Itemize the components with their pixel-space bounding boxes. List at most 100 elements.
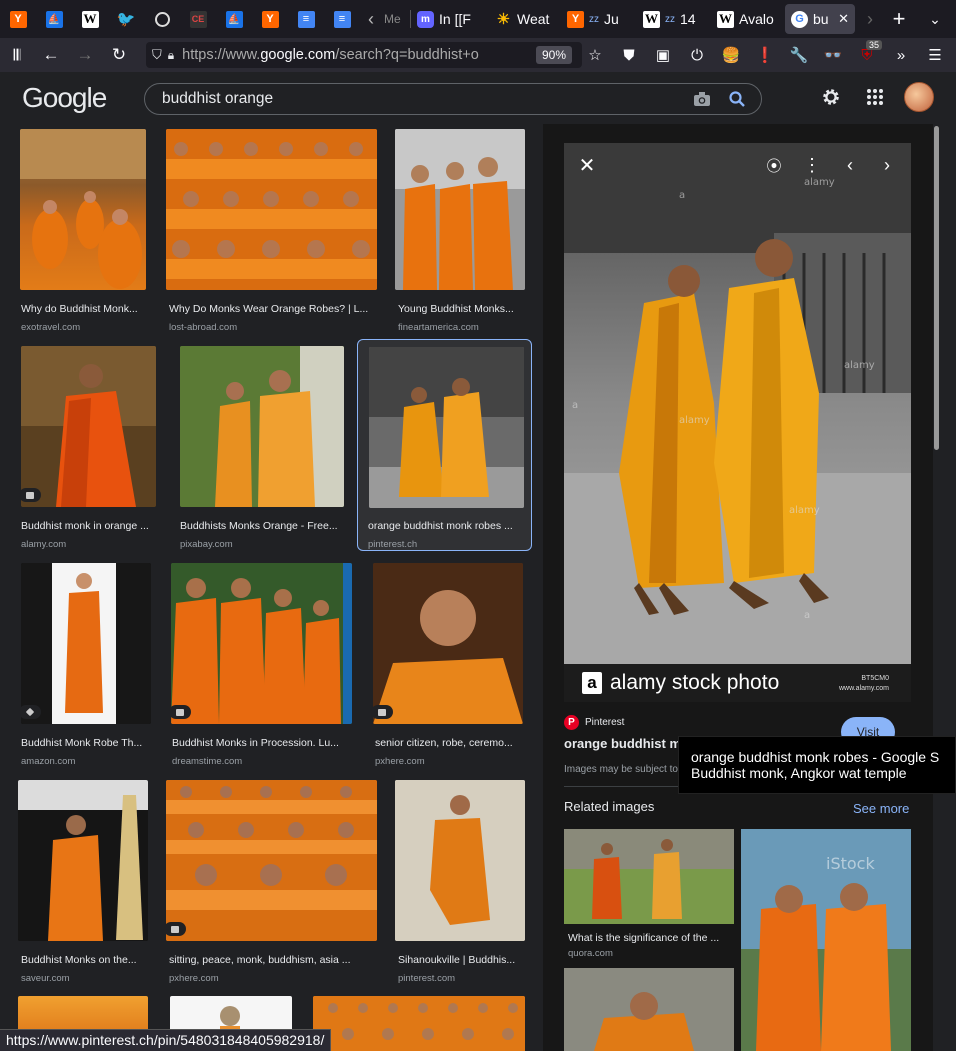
result-title[interactable]: Buddhist monk in orange ...: [21, 520, 156, 532]
more-options-icon[interactable]: ⋮: [799, 152, 825, 178]
search-icon[interactable]: [728, 90, 746, 108]
result-title[interactable]: Buddhist Monks on the...: [21, 954, 147, 966]
burger-extension-icon[interactable]: 🍔: [714, 38, 748, 72]
result-thumbnail[interactable]: [180, 346, 344, 507]
list-all-tabs-button[interactable]: ⌄: [917, 11, 953, 28]
tab-docs-2[interactable]: ≡: [324, 0, 360, 38]
result-thumbnail[interactable]: [313, 996, 525, 1051]
tab-named-5[interactable]: W zz 14: [637, 0, 711, 38]
related-image[interactable]: iStock: [741, 829, 911, 1051]
result-thumbnail[interactable]: [166, 780, 377, 941]
reload-button[interactable]: ↻: [102, 38, 136, 72]
related-title[interactable]: What is the significance of the ...: [568, 932, 734, 944]
result-title[interactable]: Sihanoukville | Buddhis...: [398, 954, 524, 966]
tab-sailboat[interactable]: ⛵: [36, 0, 72, 38]
pocket-icon[interactable]: ⛊: [612, 38, 646, 72]
wrench-icon[interactable]: 🔧: [782, 38, 816, 72]
screenshot-icon[interactable]: ▣: [646, 38, 680, 72]
result-thumbnail[interactable]: [20, 129, 146, 290]
result-card[interactable]: Buddhist Monks in Procession. Lu... drea…: [169, 563, 352, 767]
lock-icon[interactable]: 🔒︎: [168, 48, 174, 63]
overflow-chevron-icon[interactable]: »: [884, 38, 918, 72]
result-thumbnail[interactable]: [395, 780, 525, 941]
camera-icon[interactable]: [693, 91, 711, 107]
tab-docs[interactable]: ≡: [288, 0, 324, 38]
previous-image-button[interactable]: ‹: [837, 152, 863, 178]
preview-title[interactable]: orange buddhist monk robes - Google Sear…: [564, 736, 682, 751]
see-more-link[interactable]: See more: [853, 801, 909, 816]
menu-icon[interactable]: ☰: [918, 38, 952, 72]
result-title[interactable]: Buddhist Monk Robe Th...: [21, 737, 151, 749]
result-card[interactable]: Why do Buddhist Monk... exotravel.com: [20, 129, 147, 333]
preview-image[interactable]: a alamy a alamy alamy alamy a ✕ ⦿ ⋮ ‹ › a alam…: [564, 143, 911, 702]
result-card[interactable]: Why Do Monks Wear Orange Robes? | L... l…: [166, 129, 377, 333]
panel-scrollbar[interactable]: [933, 124, 941, 1051]
search-input[interactable]: [162, 90, 662, 108]
result-thumbnail[interactable]: [21, 346, 156, 507]
tab-hacker-news[interactable]: Y: [0, 0, 36, 38]
close-preview-button[interactable]: ✕: [574, 152, 600, 178]
power-icon[interactable]: ⏻: [680, 38, 714, 72]
bookmark-star-icon[interactable]: ☆: [578, 38, 612, 72]
account-avatar[interactable]: [904, 82, 934, 112]
result-card-selected[interactable]: orange buddhist monk robes ... pinterest…: [357, 339, 532, 551]
result-thumbnail[interactable]: [373, 563, 523, 724]
apps-grid-icon[interactable]: [866, 88, 884, 106]
scrollbar-thumb[interactable]: [934, 126, 939, 450]
tab-wikipedia[interactable]: W: [72, 0, 108, 38]
forward-button[interactable]: →: [68, 38, 102, 72]
tab-named-3[interactable]: ☀ Weat: [489, 0, 561, 38]
result-title[interactable]: senior citizen, robe, ceremo...: [375, 737, 523, 749]
close-tab-icon[interactable]: ✕: [838, 11, 849, 27]
tab-scroll-right-button[interactable]: ›: [859, 9, 881, 30]
result-card[interactable]: senior citizen, robe, ceremo... pxhere.c…: [371, 563, 523, 767]
glasses-extension-icon[interactable]: 👓: [816, 38, 850, 72]
lens-search-icon[interactable]: ⦿: [761, 152, 787, 178]
result-title[interactable]: Young Buddhist Monks...: [398, 303, 524, 315]
result-thumbnail[interactable]: [395, 129, 525, 290]
result-thumbnail[interactable]: [18, 780, 148, 941]
shield-icon[interactable]: ⛉: [152, 47, 162, 63]
search-box[interactable]: [144, 83, 762, 115]
related-image[interactable]: [564, 968, 734, 1051]
result-card[interactable]: sitting, peace, monk, buddhism, asia ...…: [164, 780, 377, 984]
result-thumbnail[interactable]: [369, 347, 524, 508]
flag-extension-icon[interactable]: ❗: [748, 38, 782, 72]
result-title[interactable]: Buddhists Monks Orange - Free...: [180, 520, 344, 532]
result-card[interactable]: Buddhist monk in orange ... alamy.com: [19, 346, 156, 550]
result-title[interactable]: Why do Buddhist Monk...: [21, 303, 147, 315]
result-thumbnail[interactable]: [171, 563, 352, 724]
tab-named-2[interactable]: m In [[F: [411, 0, 489, 38]
result-card[interactable]: Buddhist Monk Robe Th... amazon.com: [19, 563, 151, 767]
gear-icon[interactable]: [820, 86, 842, 108]
result-title[interactable]: Why Do Monks Wear Orange Robes? | L...: [169, 303, 374, 315]
result-card[interactable]: Young Buddhist Monks... fineartamerica.c…: [395, 129, 525, 333]
tab-active-google[interactable]: G bu ✕: [785, 4, 855, 34]
tab-ce[interactable]: CE: [180, 0, 216, 38]
result-thumbnail[interactable]: [166, 129, 377, 290]
tab-hacker-news-2[interactable]: Y: [252, 0, 288, 38]
result-card[interactable]: Buddhists Monks Orange - Free... pixabay…: [180, 346, 344, 550]
result-card[interactable]: Sihanoukville | Buddhis... pinterest.com: [395, 780, 525, 984]
tab-scroll-left-button[interactable]: ‹: [360, 9, 382, 30]
tab-twitter[interactable]: 🐦: [108, 0, 144, 38]
related-image[interactable]: [564, 829, 734, 924]
result-title[interactable]: sitting, peace, monk, buddhism, asia ...: [169, 954, 374, 966]
tab-named-6[interactable]: W Avalo: [711, 0, 781, 38]
result-title[interactable]: orange buddhist monk robes ...: [368, 520, 523, 532]
next-image-button[interactable]: ›: [874, 152, 900, 178]
result-card[interactable]: Buddhist Monks on the... saveur.com: [18, 780, 148, 984]
result-title[interactable]: Buddhist Monks in Procession. Lu...: [172, 737, 352, 749]
tab-globe[interactable]: [144, 0, 180, 38]
new-tab-button[interactable]: +: [881, 6, 917, 32]
url-text[interactable]: https://www.google.com/search?q=buddhist…: [182, 47, 512, 63]
url-bar[interactable]: ⛉ 🔒︎ https://www.google.com/search?q=bud…: [146, 42, 582, 68]
tab-sailboat-2[interactable]: ⛵: [216, 0, 252, 38]
back-button[interactable]: ←: [34, 38, 68, 72]
google-logo[interactable]: Google: [22, 82, 107, 114]
result-card[interactable]: [313, 996, 525, 1051]
library-button[interactable]: 𝄃𝄃: [0, 38, 34, 72]
tab-named-1[interactable]: Me: [382, 0, 410, 38]
source-row[interactable]: P Pinterest: [564, 715, 624, 730]
tab-named-4[interactable]: Y zz Ju: [561, 0, 637, 38]
